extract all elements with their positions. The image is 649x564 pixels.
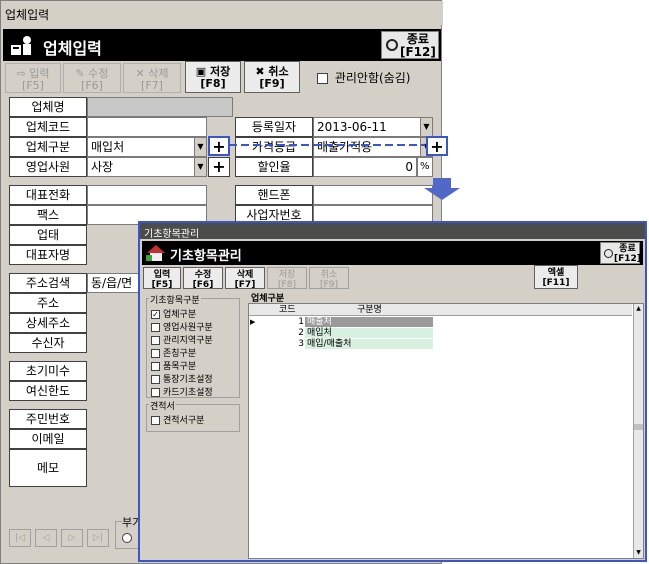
popup-cancel-label: 취소 bbox=[320, 270, 338, 280]
category-option[interactable]: 품목구분 bbox=[151, 359, 196, 372]
popup-edit-key: [F6] bbox=[192, 280, 214, 290]
popup-close-key: [F12] bbox=[614, 254, 641, 264]
category-checkbox[interactable] bbox=[151, 323, 160, 332]
popup-input-button[interactable]: 입력 [F5] bbox=[143, 267, 181, 290]
table-row[interactable]: 2 매입처 bbox=[259, 328, 433, 339]
grid-cell-code: 2 bbox=[298, 328, 304, 338]
excel-key: [F11] bbox=[542, 278, 570, 288]
popup-input-key: [F5] bbox=[151, 280, 173, 290]
popup-save-key: [F8] bbox=[278, 280, 296, 290]
category-option[interactable]: 통장기초설정 bbox=[151, 372, 213, 385]
category-option[interactable]: 영업사원구분 bbox=[151, 320, 213, 333]
category-grid: 코드 구분명 ▶ 1 매출처 2 매입처 3 매입/매출처 ▲ ▼ bbox=[248, 303, 644, 559]
table-row[interactable]: 3 매입/매출처 bbox=[259, 339, 433, 350]
grid-cell-name: 매입처 bbox=[305, 328, 433, 338]
popup-delete-button[interactable]: 삭제 [F7] bbox=[225, 267, 265, 290]
base-items-window: 기초항목관리 기초항목관리 종료 [F12] 입력 [F5] 수정 [F6] 삭… bbox=[138, 221, 647, 562]
category-checkbox[interactable] bbox=[151, 375, 160, 384]
table-row[interactable]: 1 매출처 bbox=[259, 317, 433, 328]
popup-cancel-button[interactable]: 취소 [F9] bbox=[309, 267, 349, 290]
category-checkbox[interactable] bbox=[151, 388, 160, 397]
grid-header-code: 코드 bbox=[279, 305, 296, 315]
popup-title-bar: 기초항목관리 bbox=[140, 223, 645, 240]
category-label: 품목구분 bbox=[163, 362, 197, 372]
power-icon bbox=[604, 249, 613, 258]
popup-edit-button[interactable]: 수정 [F6] bbox=[183, 267, 223, 290]
grid-scrollbar[interactable]: ▲ ▼ bbox=[633, 304, 643, 558]
category-label: 관리지역구분 bbox=[163, 336, 213, 346]
grid-cell-name: 매출처 bbox=[305, 317, 433, 327]
grid-cell-name: 매입/매출처 bbox=[305, 339, 433, 349]
category-option[interactable]: 존칭구분 bbox=[151, 346, 196, 359]
category-group: 기초항목구분 ✓ 업체구분 영업사원구분 관리지역구분 존칭구분 품목구분 통장기… bbox=[146, 293, 240, 398]
popup-delete-label: 삭제 bbox=[236, 270, 254, 280]
popup-save-label: 저장 bbox=[278, 270, 296, 280]
estimate-group-title: 견적서 bbox=[149, 399, 176, 412]
category-label: 카드기초설정 bbox=[163, 388, 213, 398]
popup-cancel-key: [F9] bbox=[320, 280, 338, 290]
category-label: 업체구분 bbox=[163, 310, 197, 320]
category-option[interactable]: 관리지역구분 bbox=[151, 333, 213, 346]
category-checkbox[interactable]: ✓ bbox=[151, 310, 160, 319]
row-selector-icon: ▶ bbox=[250, 318, 256, 326]
category-checkbox[interactable] bbox=[151, 362, 160, 371]
popup-title: 기초항목관리 bbox=[144, 229, 200, 240]
category-group-title: 기초항목구분 bbox=[149, 293, 201, 306]
category-label: 영업사원구분 bbox=[163, 323, 213, 333]
popup-edit-label: 수정 bbox=[194, 270, 212, 280]
popup-close-button[interactable]: 종료 [F12] bbox=[600, 242, 641, 264]
estimate-group: 견적서 견적서구분 bbox=[146, 399, 240, 432]
category-label: 통장기초설정 bbox=[163, 375, 213, 385]
popup-header-title: 기초항목관리 bbox=[170, 249, 242, 264]
category-option[interactable]: 카드기초설정 bbox=[151, 385, 213, 398]
category-label: 존칭구분 bbox=[163, 349, 197, 359]
estimate-checkbox[interactable] bbox=[151, 416, 160, 425]
house-icon bbox=[146, 244, 166, 262]
grid-cell-code: 3 bbox=[298, 339, 304, 349]
category-checkbox[interactable] bbox=[151, 349, 160, 358]
excel-button[interactable]: 엑셀 [F11] bbox=[534, 265, 578, 289]
category-option[interactable]: ✓ 업체구분 bbox=[151, 307, 196, 320]
popup-header: 기초항목관리 종료 [F12] bbox=[142, 241, 643, 265]
popup-input-label: 입력 bbox=[153, 270, 171, 280]
grid-header-name: 구분명 bbox=[357, 305, 382, 315]
scroll-up-icon[interactable]: ▲ bbox=[634, 304, 643, 314]
grid-header-row: 코드 구분명 bbox=[249, 304, 632, 316]
estimate-label: 견적서구분 bbox=[163, 416, 205, 426]
popup-save-button[interactable]: 저장 [F8] bbox=[267, 267, 307, 290]
estimate-option[interactable]: 견적서구분 bbox=[151, 413, 204, 426]
popup-delete-key: [F7] bbox=[234, 280, 256, 290]
popup-close-label: 종료 bbox=[619, 244, 636, 254]
category-checkbox[interactable] bbox=[151, 336, 160, 345]
scroll-down-icon[interactable]: ▼ bbox=[634, 548, 643, 558]
scroll-thumb[interactable] bbox=[634, 424, 643, 430]
grid-cell-code: 1 bbox=[298, 317, 304, 327]
down-arrow-icon bbox=[424, 178, 460, 200]
excel-label: 엑셀 bbox=[547, 268, 565, 278]
